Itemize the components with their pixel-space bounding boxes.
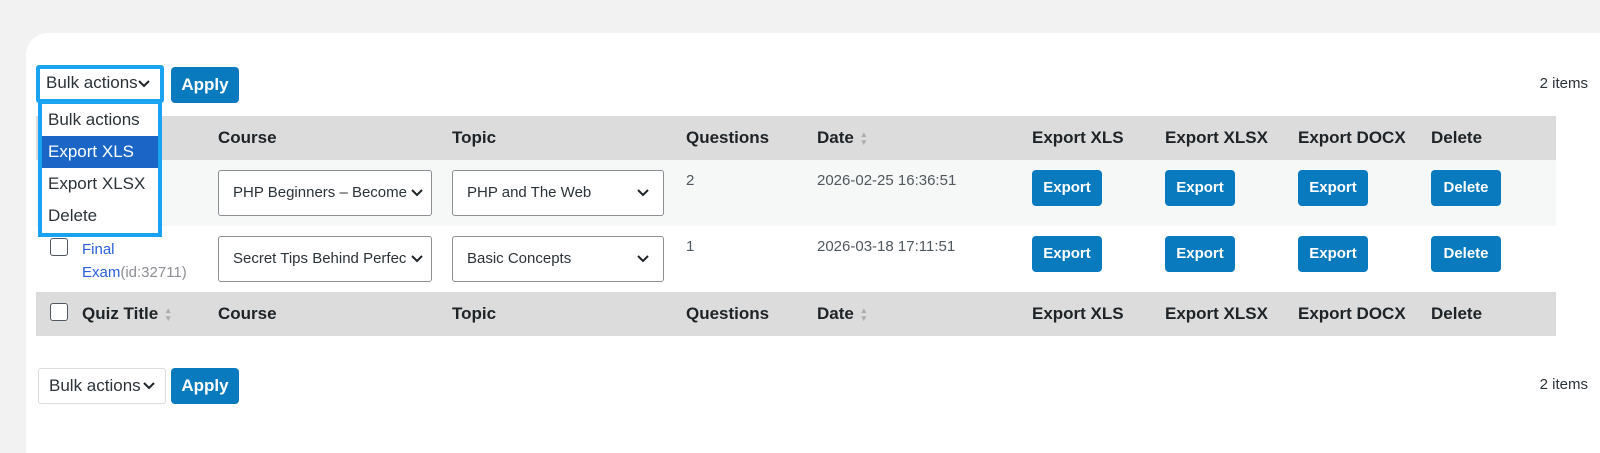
header-course: Course <box>218 116 452 160</box>
chevron-down-icon <box>409 237 423 281</box>
bulk-actions-select-bottom[interactable]: Bulk actions <box>38 368 166 404</box>
quiz-id: (id:32711) <box>120 264 187 281</box>
quiz-title-link[interactable]: Final <box>82 241 115 258</box>
footer-date[interactable]: Date ▲ ▼ <box>817 292 1032 336</box>
tablenav-bottom: Bulk actions Apply 2 items <box>38 368 1588 404</box>
chevron-down-icon <box>409 171 423 215</box>
header-export-docx: Export DOCX <box>1298 116 1431 160</box>
header-topic: Topic <box>452 116 686 160</box>
quiz-table: Quiz Title Course Topic Questions Date▲▼… <box>36 116 1556 336</box>
export-docx-button[interactable]: Export <box>1298 170 1368 206</box>
footer-questions: Questions <box>686 292 817 336</box>
footer-delete: Delete <box>1431 292 1556 336</box>
header-export-xls: Export XLS <box>1032 116 1165 160</box>
footer-export-xls: Export XLS <box>1032 292 1165 336</box>
footer-quiz-title[interactable]: Quiz Title ▲ ▼ <box>82 292 218 336</box>
delete-button[interactable]: Delete <box>1431 236 1501 272</box>
header-export-xlsx: Export XLSX <box>1165 116 1298 160</box>
chevron-down-icon <box>143 369 155 415</box>
table-footer-row: Quiz Title ▲ ▼ Course Topic Questions Date… <box>36 292 1556 336</box>
table-header-row: Quiz Title Course Topic Questions Date▲▼… <box>36 116 1556 160</box>
tablenav-top: Bulk actions Apply 2 items <box>36 65 1588 103</box>
header-date[interactable]: Date ▲ ▼ <box>817 116 1032 160</box>
table-row: 83) PHP Beginners – Become PHP and The W… <box>36 160 1556 226</box>
quiz-date: 2026-03-18 17:11:51 <box>817 238 956 255</box>
header-delete: Delete <box>1431 116 1556 160</box>
topic-select[interactable]: PHP and The Web <box>452 170 664 216</box>
option-delete[interactable]: Delete <box>42 200 158 232</box>
topic-select[interactable]: Basic Concepts <box>452 236 664 282</box>
questions-count: 1 <box>686 238 695 255</box>
apply-button-bottom[interactable]: Apply <box>171 368 239 404</box>
footer-export-xlsx: Export XLSX <box>1165 292 1298 336</box>
export-xls-button[interactable]: Export <box>1032 236 1102 272</box>
option-export-xlsx[interactable]: Export XLSX <box>42 168 158 200</box>
chevron-down-icon <box>635 171 649 215</box>
sort-icon: ▲ ▼ <box>859 129 868 147</box>
sort-icon: ▲ ▼ <box>164 305 173 323</box>
bulk-actions-dropdown: Bulk actions Export XLS Export XLSX Dele… <box>38 102 162 237</box>
chevron-down-icon <box>635 237 649 281</box>
footer-course: Course <box>218 292 452 336</box>
quiz-title-link[interactable]: Exam <box>82 264 120 281</box>
table-row: Final Exam(id:32711) Secret Tips Behind … <box>36 226 1556 292</box>
export-xls-button[interactable]: Export <box>1032 170 1102 206</box>
apply-button-top[interactable]: Apply <box>171 67 239 103</box>
delete-button[interactable]: Delete <box>1431 170 1501 206</box>
bulk-actions-value: Bulk actions <box>49 376 141 395</box>
sort-icon: ▲ ▼ <box>859 305 868 323</box>
select-all-checkbox[interactable] <box>50 302 68 321</box>
course-select[interactable]: PHP Beginners – Become <box>218 170 432 216</box>
item-count-top: 2 items <box>1539 75 1588 92</box>
option-bulk-actions[interactable]: Bulk actions <box>42 104 158 136</box>
questions-count: 2 <box>686 172 695 189</box>
bulk-actions-value: Bulk actions <box>46 73 138 92</box>
export-xlsx-button[interactable]: Export <box>1165 236 1235 272</box>
bulk-actions-select-top[interactable]: Bulk actions <box>36 65 164 103</box>
item-count-bottom: 2 items <box>1539 376 1588 393</box>
export-docx-button[interactable]: Export <box>1298 236 1368 272</box>
export-xlsx-button[interactable]: Export <box>1165 170 1235 206</box>
row-checkbox[interactable] <box>50 238 68 256</box>
quiz-date: 2026-02-25 16:36:51 <box>817 172 957 189</box>
footer-topic: Topic <box>452 292 686 336</box>
header-questions: Questions <box>686 116 817 160</box>
course-select[interactable]: Secret Tips Behind Perfec <box>218 236 432 282</box>
option-export-xls[interactable]: Export XLS <box>42 136 158 168</box>
footer-export-docx: Export DOCX <box>1298 292 1431 336</box>
